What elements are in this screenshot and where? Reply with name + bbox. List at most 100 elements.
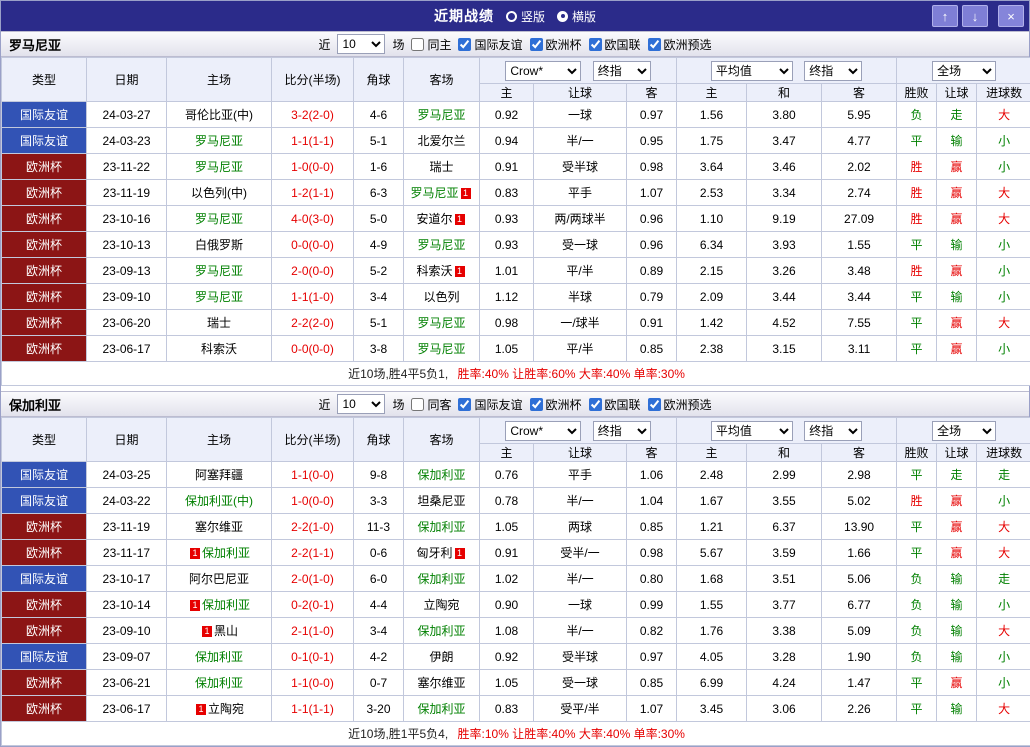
- eu-away-odds: 13.90: [822, 514, 897, 540]
- ah-away-odds: 1.07: [627, 696, 677, 722]
- matches-table: 类型 日期 主场 比分(半场) 角球 客场 Crow* 终指 平均值 终指 全场: [1, 57, 1030, 386]
- move-down-button[interactable]: ↓: [962, 5, 988, 27]
- eu-draw-odds: 3.80: [747, 102, 822, 128]
- result-outcome: 负: [897, 102, 937, 128]
- home-team-name: 白俄罗斯: [195, 238, 243, 252]
- match-date: 24-03-22: [87, 488, 167, 514]
- league-filter-eurocup[interactable]: 欧洲杯: [530, 36, 582, 53]
- layout-radio-vertical[interactable]: 竖版: [506, 8, 545, 25]
- ah-line: 一球: [534, 102, 627, 128]
- result-outcome: 平: [897, 540, 937, 566]
- eu-source-select[interactable]: 平均值: [711, 421, 793, 441]
- ah-line: 受半球: [534, 154, 627, 180]
- ah-source-select[interactable]: Crow*: [505, 421, 581, 441]
- away-team-name: 伊朗: [429, 650, 453, 664]
- same-venue-label: 同主: [427, 36, 451, 53]
- result-outcome: 负: [897, 618, 937, 644]
- ah-line: 半/一: [534, 128, 627, 154]
- result-outcome: 胜: [897, 180, 937, 206]
- league-filter-nations-league[interactable]: 欧国联: [589, 36, 641, 53]
- result-goals: 大: [977, 102, 1030, 128]
- match-count-select[interactable]: 10: [337, 394, 385, 414]
- result-outcome: 胜: [897, 258, 937, 284]
- result-handicap: 输: [937, 696, 977, 722]
- move-up-button[interactable]: ↑: [932, 5, 958, 27]
- result-handicap: 输: [937, 644, 977, 670]
- league-filter-nations-league-input[interactable]: [589, 398, 602, 411]
- eu-away-odds: 3.48: [822, 258, 897, 284]
- away-team-cell: 科索沃1: [404, 258, 480, 284]
- league-badge: 欧洲杯: [2, 514, 87, 540]
- home-team-name: 阿尔巴尼亚: [189, 572, 249, 586]
- league-filter-euro-qualifiers-input[interactable]: [648, 398, 661, 411]
- ah-line: 平/半: [534, 336, 627, 362]
- league-filter-friendly[interactable]: 国际友谊: [458, 396, 522, 413]
- score: 1-0(0-0): [272, 154, 354, 180]
- league-filter-eurocup-input[interactable]: [530, 398, 543, 411]
- layout-radio-vertical-label: 竖版: [521, 8, 545, 25]
- same-venue-label: 同客: [427, 396, 451, 413]
- same-venue-checkbox[interactable]: 同客: [411, 396, 451, 413]
- league-filter-euro-qualifiers[interactable]: 欧洲预选: [648, 396, 712, 413]
- scope-select[interactable]: 全场: [932, 421, 996, 441]
- home-team-cell: 保加利亚: [167, 644, 272, 670]
- ah-home-odds: 1.02: [480, 566, 534, 592]
- league-filter-nations-league[interactable]: 欧国联: [589, 396, 641, 413]
- eu-time-select[interactable]: 终指: [804, 61, 862, 81]
- result-scope-header: 全场: [897, 58, 1030, 84]
- match-date: 23-06-20: [87, 310, 167, 336]
- match-count-select[interactable]: 10: [337, 34, 385, 54]
- league-filter-friendly[interactable]: 国际友谊: [458, 36, 522, 53]
- col-handicap-result: 让球: [937, 84, 977, 102]
- home-team-cell: 塞尔维亚: [167, 514, 272, 540]
- ah-away-odds: 0.85: [627, 514, 677, 540]
- eu-time-select[interactable]: 终指: [804, 421, 862, 441]
- away-team-cell: 保加利亚: [404, 618, 480, 644]
- league-badge: 欧洲杯: [2, 232, 87, 258]
- eu-away-odds: 27.09: [822, 206, 897, 232]
- eu-away-odds: 1.66: [822, 540, 897, 566]
- eu-draw-odds: 2.99: [747, 462, 822, 488]
- away-team-name: 坦桑尼亚: [417, 494, 465, 508]
- match-row: 国际友谊23-10-17阿尔巴尼亚2-0(1-0)6-0保加利亚1.02半/一0…: [2, 566, 1030, 592]
- league-filter-eurocup[interactable]: 欧洲杯: [530, 396, 582, 413]
- away-team-name: 瑞士: [429, 160, 453, 174]
- ah-time-select[interactable]: 终指: [593, 61, 651, 81]
- eu-away-odds: 5.02: [822, 488, 897, 514]
- close-button[interactable]: ×: [998, 5, 1024, 27]
- league-filter-euro-qualifiers[interactable]: 欧洲预选: [648, 36, 712, 53]
- filter-bar: 近 10 场 同主 国际友谊 欧洲杯 欧国联 欧洲预选: [318, 34, 711, 54]
- result-handicap: 输: [937, 128, 977, 154]
- same-venue-checkbox-input[interactable]: [411, 398, 424, 411]
- league-filter-nations-league-input[interactable]: [589, 38, 602, 51]
- eu-home-odds: 1.55: [677, 592, 747, 618]
- league-filter-euro-qualifiers-input[interactable]: [648, 38, 661, 51]
- away-team-name: 罗马尼亚: [417, 316, 465, 330]
- scope-select[interactable]: 全场: [932, 61, 996, 81]
- league-filter-friendly-input[interactable]: [458, 398, 471, 411]
- match-row: 欧洲杯23-11-19塞尔维亚2-2(1-0)11-3保加利亚1.05两球0.8…: [2, 514, 1030, 540]
- away-team-name: 以色列: [423, 290, 459, 304]
- col-eu-home: 主: [677, 444, 747, 462]
- home-team-cell: 1保加利亚: [167, 540, 272, 566]
- result-goals: 小: [977, 258, 1030, 284]
- ah-home-odds: 1.05: [480, 336, 534, 362]
- league-filter-eurocup-input[interactable]: [530, 38, 543, 51]
- eu-source-select[interactable]: 平均值: [711, 61, 793, 81]
- col-ah-home: 主: [480, 444, 534, 462]
- layout-radio-horizontal[interactable]: 横版: [557, 8, 596, 25]
- same-venue-checkbox-input[interactable]: [411, 38, 424, 51]
- home-team-cell: 保加利亚: [167, 670, 272, 696]
- ah-time-select[interactable]: 终指: [593, 421, 651, 441]
- result-handicap: 赢: [937, 180, 977, 206]
- ah-source-select[interactable]: Crow*: [505, 61, 581, 81]
- score: 1-1(1-1): [272, 128, 354, 154]
- ah-line: 受平/半: [534, 696, 627, 722]
- corners: 3-3: [354, 488, 404, 514]
- result-goals: 小: [977, 592, 1030, 618]
- league-filter-friendly-input[interactable]: [458, 38, 471, 51]
- result-outcome: 负: [897, 592, 937, 618]
- result-outcome: 平: [897, 310, 937, 336]
- home-team-name: 立陶宛: [208, 702, 244, 716]
- same-venue-checkbox[interactable]: 同主: [411, 36, 451, 53]
